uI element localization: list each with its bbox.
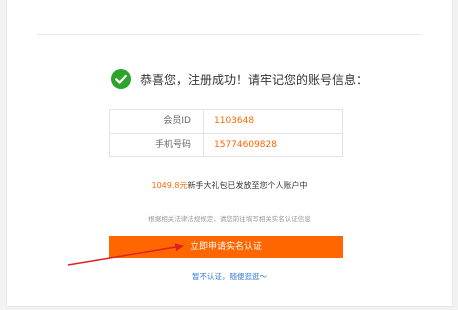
legal-notice: 根据相关法律法规规定，请您前往填写相关实名认证信息 xyxy=(148,215,311,223)
skip-verification-link[interactable]: 暂不认证，随便逛逛～ xyxy=(7,271,452,282)
gift-text: 新手大礼包已发放至您个人账户中 xyxy=(187,181,308,190)
apply-real-name-button[interactable]: 立即申请实名认证 xyxy=(109,236,343,258)
member-id-value: 1103648 xyxy=(214,116,255,126)
gift-message: 1049.8元新手大礼包已发放至您个人账户中 xyxy=(7,180,452,191)
registration-success-panel: 恭喜您，注册成功！请牢记您的账号信息： 会员ID 1103648 手机号码 15… xyxy=(6,0,453,307)
phone-label: 手机号码 xyxy=(110,134,204,157)
success-message: 恭喜您，注册成功！请牢记您的账号信息： xyxy=(140,72,369,87)
account-info-table: 会员ID 1103648 手机号码 15774609828 xyxy=(109,109,343,157)
success-header: 恭喜您，注册成功！请牢记您的账号信息： xyxy=(111,69,368,89)
table-row: 会员ID 1103648 xyxy=(110,110,342,133)
member-id-label: 会员ID xyxy=(110,110,204,133)
phone-value: 15774609828 xyxy=(214,140,277,150)
table-row: 手机号码 15774609828 xyxy=(110,133,342,157)
check-circle-icon xyxy=(111,69,131,89)
gift-amount: 1049.8元 xyxy=(151,181,188,190)
top-divider xyxy=(37,34,422,35)
